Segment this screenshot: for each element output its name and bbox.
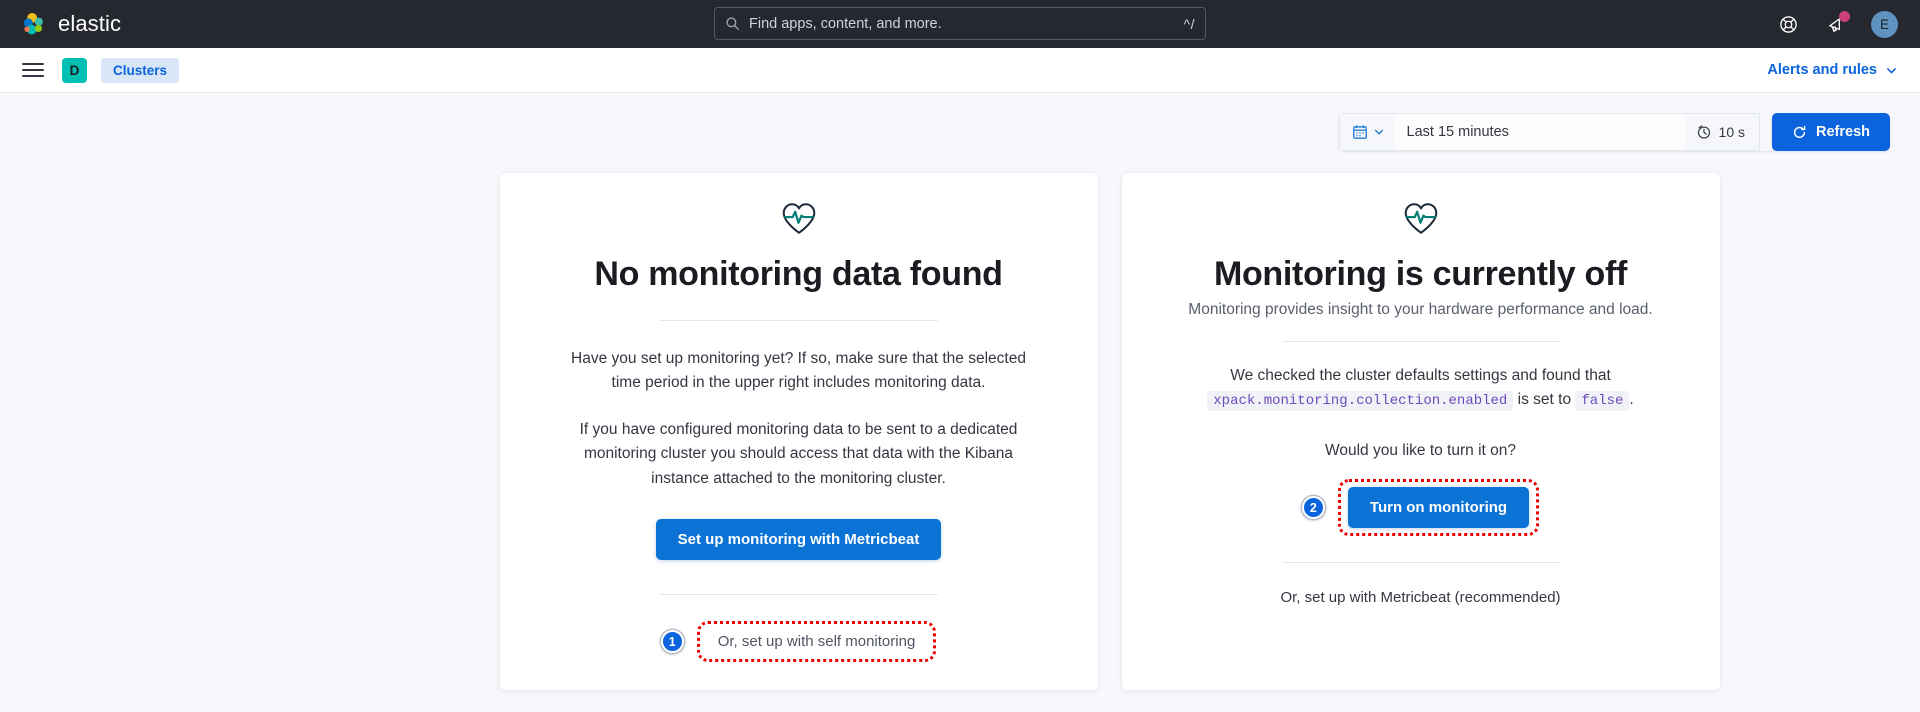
turn-on-monitoring-button[interactable]: Turn on monitoring	[1347, 487, 1530, 529]
monitoring-off-subtitle: Monitoring provides insight to your hard…	[1188, 301, 1653, 318]
megaphone-news-icon[interactable]	[1823, 11, 1850, 37]
search-icon	[725, 16, 740, 31]
page-title: No monitoring data found	[594, 255, 1003, 293]
notification-badge-dot	[1839, 11, 1850, 22]
chevron-down-icon	[1374, 129, 1383, 135]
refresh-button[interactable]: Refresh	[1772, 113, 1890, 151]
global-header: elastic Find apps, content, and more. ^/	[0, 0, 1920, 48]
self-monitoring-annotation: 1 Or, set up with self monitoring	[660, 621, 937, 663]
annotation-highlight-box: Turn on monitoring	[1337, 479, 1540, 537]
search-input[interactable]: Find apps, content, and more.	[749, 16, 1175, 32]
user-avatar[interactable]: E	[1871, 10, 1898, 38]
turn-on-question: Would you like to turn it on?	[1325, 441, 1516, 459]
refresh-button-label: Refresh	[1816, 124, 1870, 140]
elastic-brand[interactable]: elastic	[22, 11, 121, 37]
divider	[1281, 341, 1560, 342]
heart-pulse-icon	[782, 203, 815, 234]
hamburger-menu-icon[interactable]	[22, 59, 44, 81]
super-date-picker[interactable]: Last 15 minutes 10 s Refresh	[1338, 113, 1890, 151]
global-search-bar[interactable]: Find apps, content, and more. ^/	[714, 7, 1206, 40]
breadcrumb-bar: D Clusters Alerts and rules	[0, 48, 1920, 93]
header-actions: E	[1775, 10, 1898, 38]
alerts-and-rules-label: Alerts and rules	[1767, 62, 1877, 78]
refresh-circle-icon	[1793, 125, 1806, 138]
time-toolbar: Last 15 minutes 10 s Refresh	[22, 93, 1898, 151]
lifebuoy-help-icon[interactable]	[1775, 11, 1801, 37]
heart-pulse-icon	[1404, 203, 1437, 234]
refresh-interval-button[interactable]: 10 s	[1684, 113, 1760, 151]
date-range-input[interactable]: Last 15 minutes	[1394, 113, 1685, 151]
refresh-interval-label: 10 s	[1718, 124, 1745, 140]
chevron-down-icon	[1887, 67, 1896, 73]
calendar-icon	[1352, 125, 1367, 139]
setting-value-code: false	[1575, 391, 1630, 412]
left-card-paragraph-1: Have you set up monitoring yet? If so, m…	[571, 350, 1026, 392]
cluster-defaults-text: We checked the cluster defaults settings…	[1207, 364, 1634, 413]
breadcrumb-clusters[interactable]: Clusters	[101, 57, 180, 83]
divider	[659, 320, 938, 321]
elastic-logo-icon	[23, 12, 43, 34]
left-card-paragraph-2: If you have configured monitoring data t…	[579, 420, 1018, 487]
divider	[1281, 562, 1560, 564]
annotation-highlight-box: Or, set up with self monitoring	[696, 621, 937, 663]
setting-suffix: .	[1629, 391, 1634, 409]
page-content: Last 15 minutes 10 s Refresh No monitori…	[0, 93, 1920, 712]
no-monitoring-data-card: No monitoring data found Have you set up…	[498, 172, 1099, 692]
search-shortcut-hint: ^/	[1183, 15, 1195, 32]
date-quick-select-button[interactable]	[1338, 113, 1395, 151]
annotation-badge-1: 1	[660, 630, 684, 654]
cluster-defaults-prefix: We checked the cluster defaults settings…	[1230, 367, 1611, 384]
alerts-and-rules-menu[interactable]: Alerts and rules	[1767, 62, 1898, 78]
brand-name: elastic	[58, 11, 122, 36]
refresh-interval-clock-icon	[1697, 125, 1710, 139]
space-avatar[interactable]: D	[62, 57, 87, 83]
setting-mid-text: is set to	[1517, 391, 1572, 409]
divider	[659, 594, 938, 596]
setting-key-code: xpack.monitoring.collection.enabled	[1207, 391, 1514, 412]
cards-container: No monitoring data found Have you set up…	[22, 151, 1898, 692]
monitoring-off-card: Monitoring is currently off Monitoring p…	[1120, 172, 1721, 692]
annotation-badge-2: 2	[1301, 496, 1325, 520]
turn-on-monitoring-annotation: 2 Turn on monitoring	[1301, 479, 1540, 537]
page-title: Monitoring is currently off	[1213, 255, 1628, 293]
metricbeat-setup-link[interactable]: Or, set up with Metricbeat (recommended)	[1280, 589, 1560, 606]
setup-metricbeat-button[interactable]: Set up monitoring with Metricbeat	[655, 519, 942, 561]
self-monitoring-link[interactable]: Or, set up with self monitoring	[718, 633, 916, 650]
